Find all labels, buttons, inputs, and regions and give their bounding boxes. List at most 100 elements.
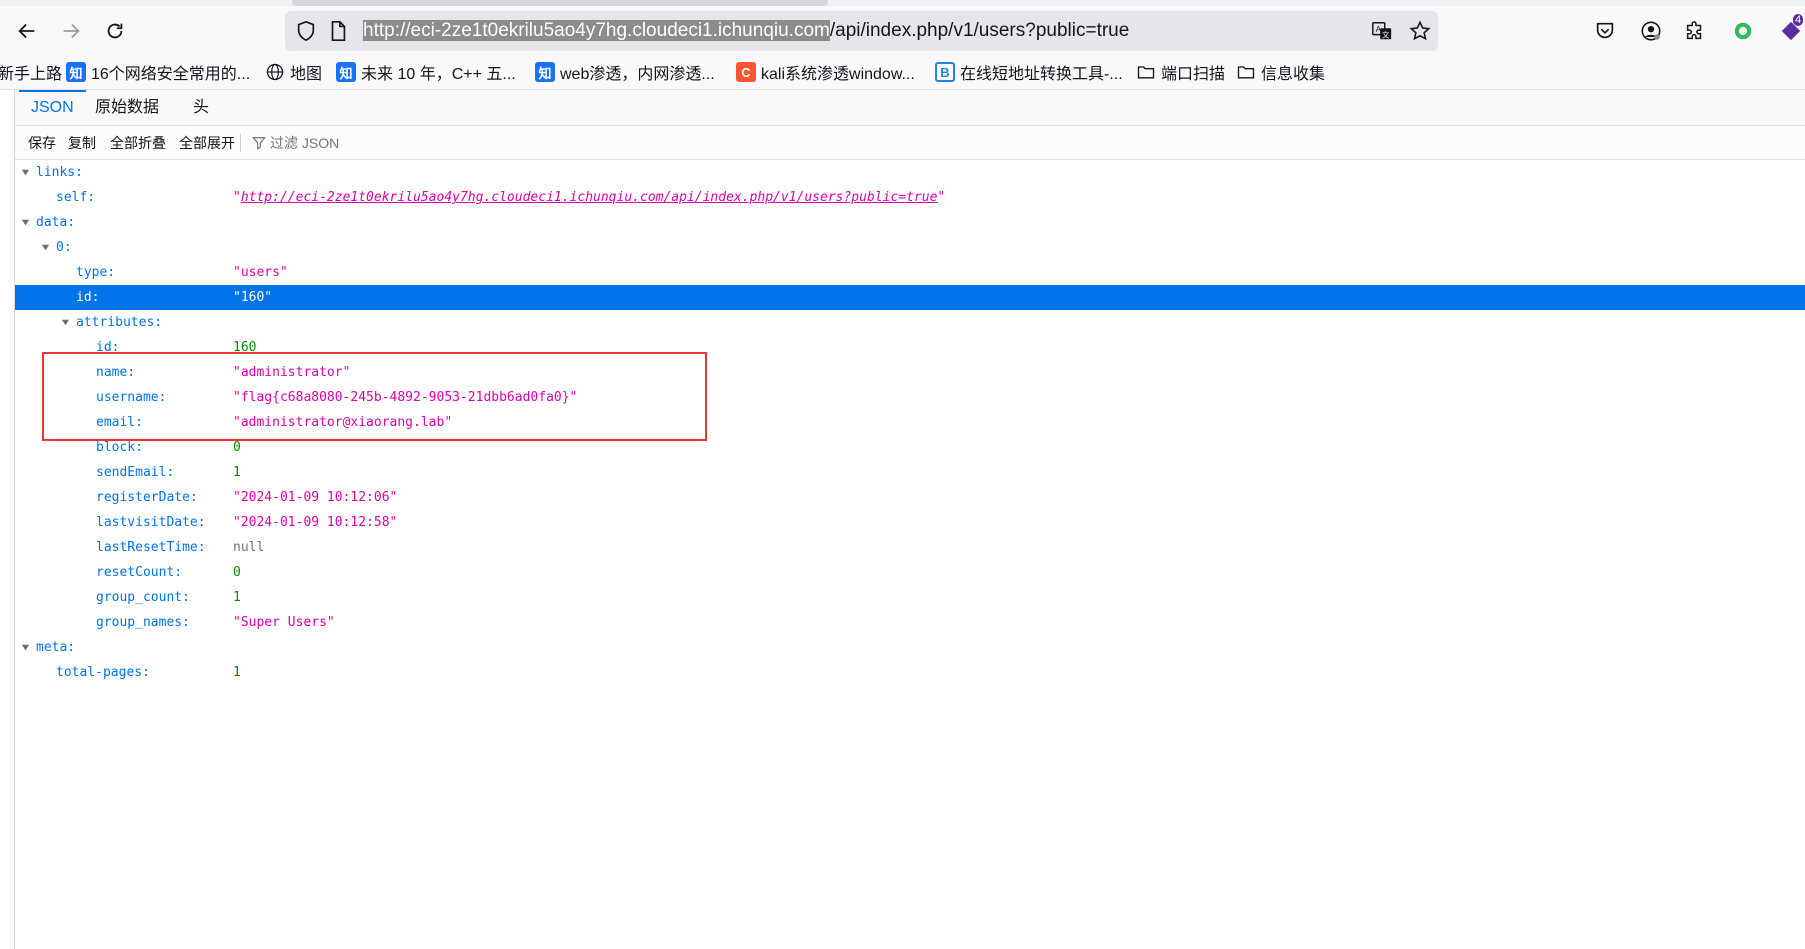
- bookmark-label: 未来 10 年，C++ 五...: [361, 66, 516, 83]
- bookmark-item[interactable]: Ckali系统渗透window...: [736, 60, 915, 84]
- bookmark-label: 信息收集: [1261, 66, 1326, 83]
- json-key: meta:: [36, 640, 76, 655]
- globe-icon: [265, 62, 285, 82]
- tree-row-meta[interactable]: meta:: [15, 635, 1805, 660]
- star-icon[interactable]: [1409, 20, 1431, 42]
- filter-placeholder: 过滤 JSON: [270, 135, 340, 151]
- extension-status-button[interactable]: [1726, 14, 1760, 48]
- json-key: 0:: [56, 240, 72, 255]
- forward-button[interactable]: [54, 14, 88, 48]
- reload-icon: [107, 23, 123, 39]
- json-key: type:: [76, 265, 116, 280]
- viewer-toolbar: 保存 复制 全部折叠 全部展开 过滤 JSON: [15, 126, 1805, 160]
- json-value: "http://eci-2ze1t0ekrilu5ao4y7hg.cloudec…: [233, 190, 946, 205]
- zhihu-icon: 知: [535, 62, 555, 82]
- bookmark-folder[interactable]: 端口扫描: [1136, 60, 1225, 84]
- profile-button[interactable]: 4: [1776, 14, 1805, 48]
- zhihu-icon: 知: [66, 62, 86, 82]
- bookmark-item[interactable]: 知 web渗透，内网渗透...: [535, 60, 715, 84]
- translate-icon[interactable]: A文: [1371, 20, 1393, 42]
- self-link[interactable]: http://eci-2ze1t0ekrilu5ao4y7hg.cloudeci…: [241, 190, 938, 205]
- pocket-button[interactable]: [1588, 14, 1622, 48]
- filter-icon: [252, 137, 266, 150]
- json-key: self:: [56, 190, 96, 205]
- filter-input[interactable]: 过滤 JSON: [252, 126, 339, 160]
- collapse-triangle-icon[interactable]: [60, 310, 70, 335]
- json-key: total-pages:: [56, 665, 150, 680]
- tree-row-attribute[interactable]: sendEmail: 1: [15, 460, 1805, 485]
- url-highlighted-part: http://eci-2ze1t0ekrilu5ao4y7hg.cloudeci…: [363, 20, 830, 41]
- tree-row-attribute[interactable]: group_names: "Super Users": [15, 610, 1805, 635]
- reload-button[interactable]: [98, 14, 132, 48]
- tree-row-id-selected[interactable]: id: "160": [15, 285, 1805, 310]
- tree-row-links[interactable]: links:: [15, 160, 1805, 185]
- folder-icon: [1236, 62, 1256, 82]
- tree-row-total-pages[interactable]: total-pages: 1: [15, 660, 1805, 685]
- json-value: "2024-01-09 10:12:58": [233, 515, 398, 530]
- json-key: resetCount:: [96, 565, 183, 580]
- json-value: 0: [233, 565, 241, 580]
- pocket-icon: [1596, 22, 1614, 39]
- collapse-triangle-icon[interactable]: [20, 210, 30, 235]
- extensions-button[interactable]: [1678, 14, 1712, 48]
- json-key: lastResetTime:: [96, 540, 206, 555]
- collapse-triangle-icon[interactable]: [20, 635, 30, 660]
- json-value: "160": [233, 290, 273, 305]
- json-key: group_names:: [96, 615, 190, 630]
- tree-row-attribute[interactable]: resetCount: 0: [15, 560, 1805, 585]
- bookmark-label: 新手上路: [0, 66, 63, 83]
- json-key: data:: [36, 215, 76, 230]
- collapse-triangle-icon[interactable]: [20, 160, 30, 185]
- json-key: lastvisitDate:: [96, 515, 206, 530]
- tab-headers[interactable]: 头: [181, 90, 221, 126]
- bookmark-item[interactable]: 新手上路: [0, 60, 62, 84]
- tree-row-attribute[interactable]: lastResetTime: null: [15, 535, 1805, 560]
- json-value: 1: [233, 465, 241, 480]
- page-icon[interactable]: [327, 20, 349, 42]
- bookmark-label: kali系统渗透window...: [761, 66, 915, 83]
- highlight-annotation-box: [42, 352, 707, 441]
- back-button[interactable]: [10, 14, 44, 48]
- toolbar-divider: [240, 134, 241, 152]
- tree-row-attribute[interactable]: lastvisitDate: "2024-01-09 10:12:58": [15, 510, 1805, 535]
- save-button[interactable]: 保存: [28, 126, 56, 160]
- tab-json[interactable]: JSON: [19, 90, 86, 126]
- bookmark-item[interactable]: 知 16个网络安全常用的...: [66, 60, 250, 84]
- folder-icon: [1136, 62, 1156, 82]
- tree-row-data[interactable]: data:: [15, 210, 1805, 235]
- bookmark-folder[interactable]: 信息收集: [1236, 60, 1325, 84]
- bookmark-item[interactable]: 知未来 10 年，C++ 五...: [336, 60, 516, 84]
- json-value: 1: [233, 665, 241, 680]
- zhihu-icon: 知: [336, 62, 356, 82]
- json-viewer: JSON 原始数据 头 保存 复制 全部折叠 全部展开 过滤 JSON link…: [14, 90, 1805, 949]
- tree-row-attribute[interactable]: registerDate: "2024-01-09 10:12:06": [15, 485, 1805, 510]
- json-key: sendEmail:: [96, 465, 175, 480]
- csdn-icon: C: [736, 62, 756, 82]
- bookmarks-toolbar: 新手上路 知 16个网络安全常用的... 地图 知未来 10 年，C++ 五...…: [0, 55, 1805, 90]
- shield-icon[interactable]: [295, 20, 317, 42]
- tree-row-item-0[interactable]: 0:: [15, 235, 1805, 260]
- copy-button[interactable]: 复制: [68, 126, 96, 160]
- url-bar[interactable]: http://eci-2ze1t0ekrilu5ao4y7hg.cloudeci…: [285, 11, 1438, 51]
- tree-row-type[interactable]: type: "users": [15, 260, 1805, 285]
- bookmark-item[interactable]: 地图: [265, 60, 322, 84]
- viewer-tabs: JSON 原始数据 头: [15, 90, 1805, 126]
- json-value: "Super Users": [233, 615, 335, 630]
- bookmark-label: 在线短地址转换工具-...: [960, 66, 1123, 83]
- url-text[interactable]: http://eci-2ze1t0ekrilu5ao4y7hg.cloudeci…: [363, 11, 1129, 51]
- tree-row-attribute[interactable]: group_count: 1: [15, 585, 1805, 610]
- json-key: attributes:: [76, 315, 163, 330]
- bookmark-label: 16个网络安全常用的...: [91, 66, 251, 83]
- tree-row-self[interactable]: self: "http://eci-2ze1t0ekrilu5ao4y7hg.c…: [15, 185, 1805, 210]
- arrow-left-icon: [18, 23, 35, 39]
- arrow-right-icon: [63, 23, 80, 39]
- collapse-triangle-icon[interactable]: [40, 235, 50, 260]
- expand-all-button[interactable]: 全部展开: [179, 126, 235, 160]
- tab-raw-data[interactable]: 原始数据: [83, 90, 171, 126]
- tree-row-attributes[interactable]: attributes:: [15, 310, 1805, 335]
- url-path: /api/index.php/v1/users?public=true: [829, 20, 1130, 41]
- bookmark-item[interactable]: B 在线短地址转换工具-...: [935, 60, 1123, 84]
- account-button[interactable]: [1634, 14, 1668, 48]
- json-value: null: [233, 540, 265, 555]
- collapse-all-button[interactable]: 全部折叠: [110, 126, 166, 160]
